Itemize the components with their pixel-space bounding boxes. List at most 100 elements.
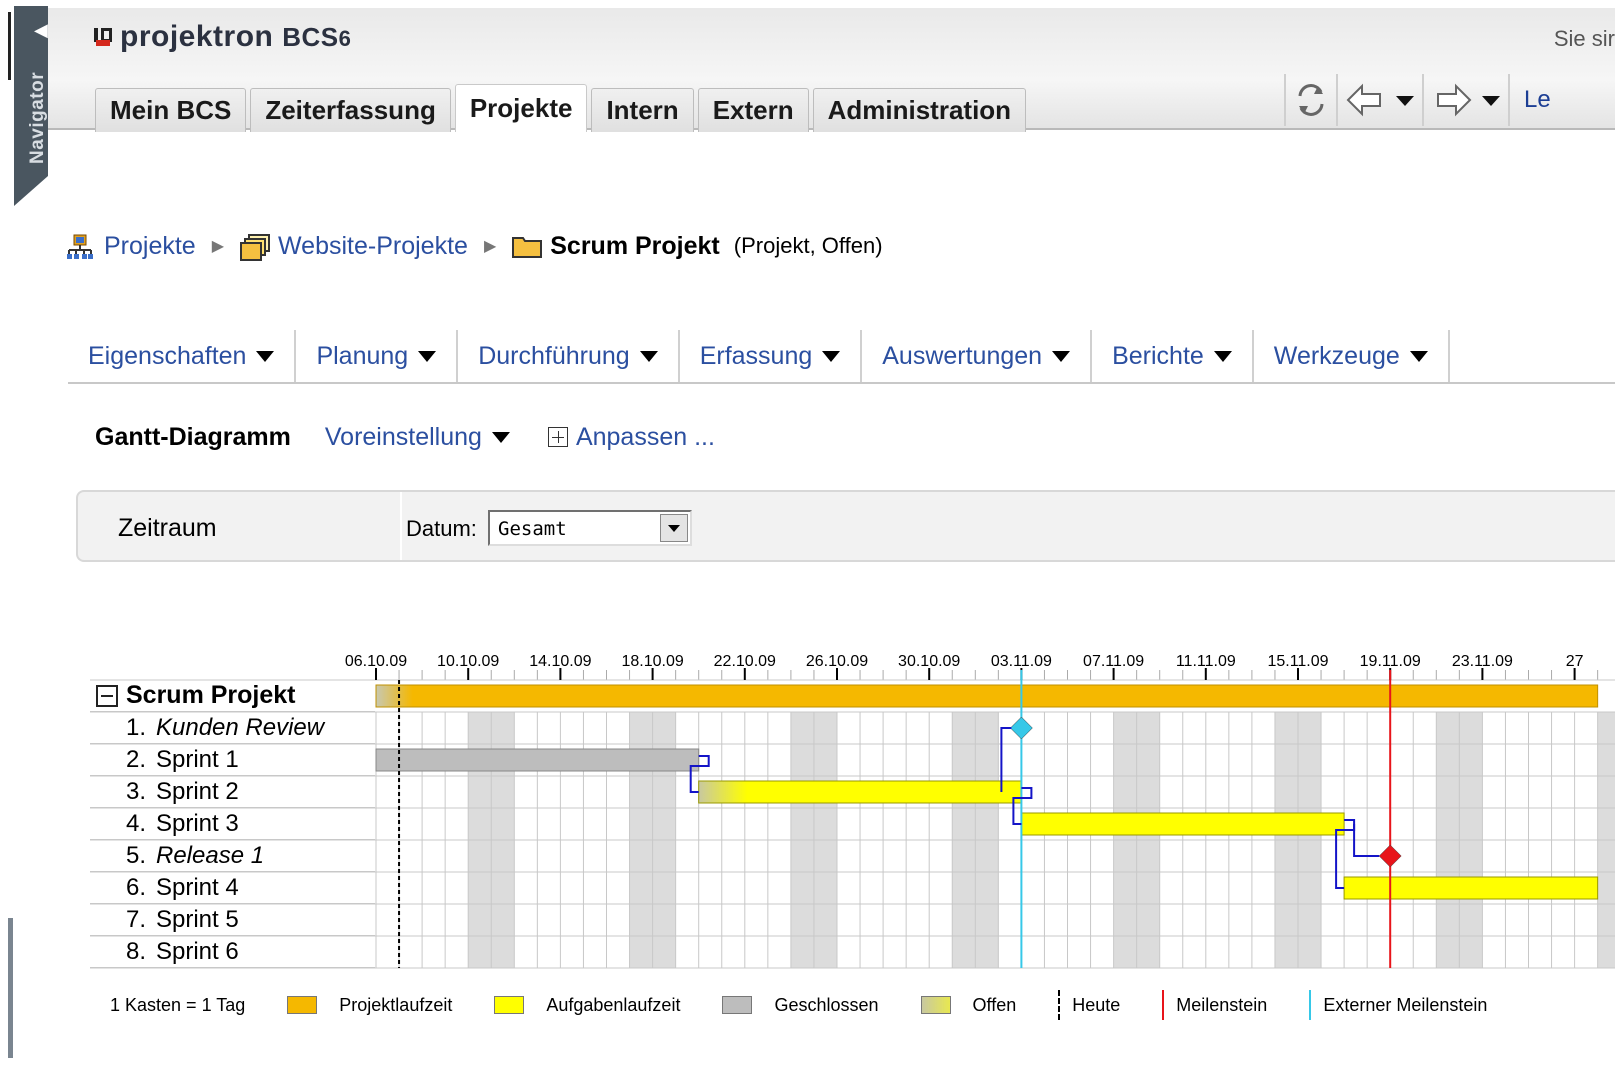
legend-swatch	[920, 996, 951, 1014]
milestone-diamond	[1378, 844, 1402, 868]
header-link[interactable]: Le	[1524, 86, 1551, 114]
menu-label: Auswertungen	[882, 341, 1043, 370]
tab-administration[interactable]: Administration	[812, 88, 1027, 132]
legend-heute: Heute	[1058, 990, 1162, 1020]
legend-meilenstein: Meilenstein	[1162, 990, 1309, 1020]
date-tick-label: 26.10.09	[806, 653, 868, 670]
date-tick-label: 22.10.09	[714, 653, 776, 670]
tab-zeiterfassung[interactable]: Zeiterfassung	[250, 88, 451, 132]
main-tabs: Mein BCS Zeiterfassung Projekte Intern E…	[95, 84, 1030, 132]
forward-arrow-icon[interactable]	[1430, 74, 1474, 126]
legend-swatch	[287, 996, 318, 1014]
chevron-down-icon	[491, 431, 510, 443]
menu-label: Eigenschaften	[88, 341, 247, 370]
task-bar-closed	[375, 748, 700, 772]
chevron-right-icon: ▶	[211, 238, 225, 255]
app-header: projektron BCS6 Sie sir Mein BCS Zeiterf…	[48, 8, 1615, 132]
legend-label: Meilenstein	[1176, 994, 1268, 1015]
tab-extern[interactable]: Extern	[697, 88, 809, 132]
date-select[interactable]: Gesamt	[488, 510, 692, 546]
menu-planung[interactable]: Planung	[296, 330, 459, 382]
legend-projektlaufzeit: Projektlaufzeit	[287, 995, 494, 1016]
legend-swatch	[494, 996, 525, 1014]
menu-label: Werkzeuge	[1273, 341, 1400, 370]
legend-label: Geschlossen	[774, 994, 879, 1015]
projektron-logo-icon	[92, 26, 114, 48]
date-tick-label: 06.10.09	[345, 653, 407, 670]
refresh-icon[interactable]	[1292, 74, 1330, 126]
legend-label: Heute	[1072, 994, 1121, 1015]
date-tick-label: 07.11.09	[1083, 653, 1144, 670]
forward-history-dropdown-icon[interactable]	[1480, 74, 1502, 126]
breadcrumb-website-projekte[interactable]: Website-Projekte	[278, 232, 468, 261]
project-menubar: Eigenschaften Planung Durchführung Erfas…	[68, 330, 1615, 384]
divider	[400, 492, 402, 560]
date-tick-label: 27	[1566, 653, 1584, 670]
external-milestone-diamond	[1010, 716, 1033, 740]
legend-label: Aufgabenlaufzeit	[546, 994, 681, 1015]
logo-text: projektron	[120, 20, 274, 53]
back-history-dropdown-icon[interactable]	[1394, 74, 1416, 126]
customize-label: Anpassen ...	[575, 422, 715, 451]
tab-projekte[interactable]: Projekte	[454, 84, 588, 132]
back-arrow-icon[interactable]	[1344, 74, 1388, 126]
today-line-icon	[1058, 990, 1061, 1020]
chevron-down-icon	[1409, 350, 1428, 362]
preset-label: Voreinstellung	[324, 422, 482, 451]
menu-berichte[interactable]: Berichte	[1092, 330, 1254, 382]
legend-aufgabenlaufzeit: Aufgabenlaufzeit	[494, 995, 722, 1016]
divider	[1508, 74, 1510, 126]
chevron-down-icon	[1213, 350, 1232, 362]
date-tick-label: 03.11.09	[991, 653, 1052, 670]
legend-externer-meilenstein: Externer Meilenstein	[1309, 990, 1487, 1020]
menu-label: Erfassung	[699, 341, 813, 370]
plus-box-icon	[547, 427, 568, 447]
menu-erfassung[interactable]: Erfassung	[680, 330, 863, 382]
gantt-toolbar: Gantt-Diagramm Voreinstellung Anpassen .…	[95, 420, 715, 454]
external-milestone-line-icon	[1309, 990, 1312, 1020]
chevron-down-icon	[418, 350, 437, 362]
menu-label: Berichte	[1112, 341, 1204, 370]
legend-label: Projektlaufzeit	[339, 994, 453, 1015]
menu-auswertungen[interactable]: Auswertungen	[862, 330, 1093, 382]
filter-bar: Zeitraum Datum: Gesamt	[76, 490, 1615, 562]
folders-icon	[240, 234, 271, 261]
gantt-legend: 1 Kasten = 1 Tag Projektlaufzeit Aufgabe…	[110, 990, 1487, 1020]
navigator-handle	[8, 12, 11, 80]
task-bar	[1343, 876, 1599, 900]
navigator-toggle[interactable]: ◀ Navigator	[14, 6, 48, 206]
breadcrumb-projekte[interactable]: Projekte	[104, 232, 196, 261]
user-info: Sie sir	[1553, 26, 1615, 51]
logo-suffix: BCS	[282, 22, 339, 52]
chevron-down-icon	[822, 350, 841, 362]
preset-dropdown[interactable]: Voreinstellung	[325, 423, 510, 452]
legend-label: Externer Meilenstein	[1323, 994, 1488, 1015]
chevron-down-icon	[1052, 350, 1071, 362]
chevron-down-icon[interactable]	[660, 514, 688, 542]
milestone-line-icon	[1162, 990, 1165, 1020]
menu-label: Planung	[316, 341, 409, 370]
menu-durchfuehrung[interactable]: Durchführung	[458, 330, 680, 382]
project-bar	[375, 684, 1599, 708]
menu-werkzeuge[interactable]: Werkzeuge	[1254, 330, 1450, 382]
date-select-value: Gesamt	[498, 518, 567, 540]
gantt-chart: 06.10.09 10.10.09 14.10.09 18.10.09 22.10.09…	[90, 653, 1615, 969]
customize-button[interactable]: Anpassen ...	[547, 422, 715, 452]
task-bar	[1020, 812, 1345, 836]
filter-label: Zeitraum	[118, 514, 217, 542]
tab-mein-bcs[interactable]: Mein BCS	[95, 88, 247, 132]
date-tick-label: 11.11.09	[1176, 653, 1236, 670]
gantt-title: Gantt-Diagramm	[95, 422, 291, 451]
legend-label: Offen	[972, 994, 1017, 1015]
legend-geschlossen: Geschlossen	[722, 995, 920, 1016]
legend-offen: Offen	[920, 994, 1059, 1016]
header-toolbar: Le	[1284, 72, 1551, 128]
date-tick-label: 14.10.09	[529, 653, 591, 670]
task-bar-open	[698, 780, 1022, 804]
legend-scale: 1 Kasten = 1 Tag	[110, 994, 246, 1015]
date-label: Datum:	[406, 516, 477, 541]
tab-intern[interactable]: Intern	[591, 88, 694, 132]
menu-eigenschaften[interactable]: Eigenschaften	[68, 330, 297, 382]
app-logo[interactable]: projektron BCS6	[92, 20, 351, 54]
legend-swatch	[722, 996, 753, 1014]
